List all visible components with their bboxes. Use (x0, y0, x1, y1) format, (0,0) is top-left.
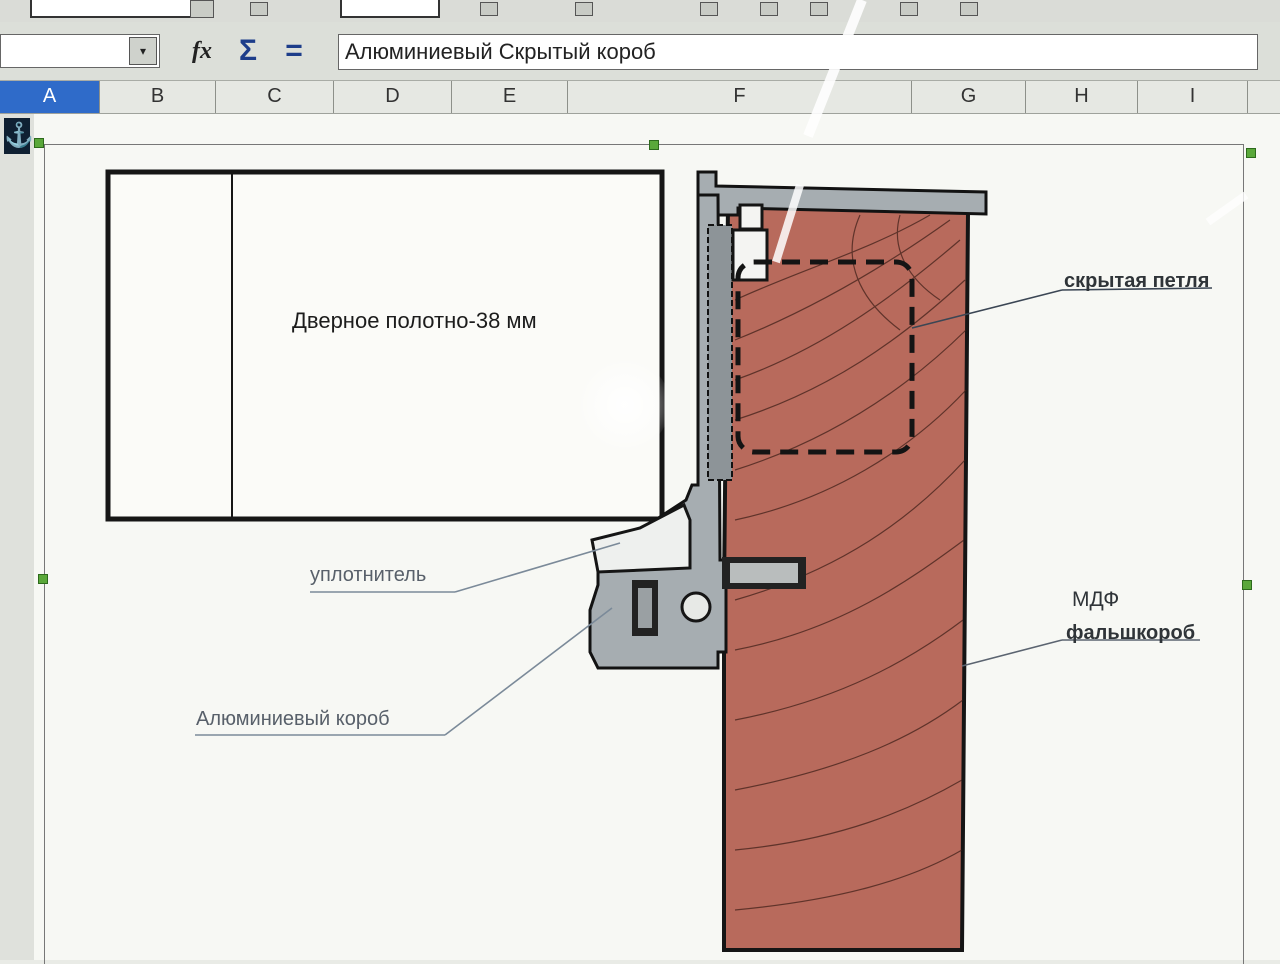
door-leaf (105, 169, 665, 522)
aluminium-box-label: Алюминиевый короб (196, 708, 390, 730)
door-leaf-label: Дверное полотно-38 мм (292, 308, 537, 333)
door-section-drawing[interactable] (0, 0, 1280, 960)
hidden-hinge-label: скрытая петля (1064, 270, 1210, 292)
false-box-label: фальшкороб (1066, 622, 1196, 644)
mdf-label: МДФ (1072, 588, 1120, 611)
seal-label: уплотнитель (310, 564, 427, 586)
